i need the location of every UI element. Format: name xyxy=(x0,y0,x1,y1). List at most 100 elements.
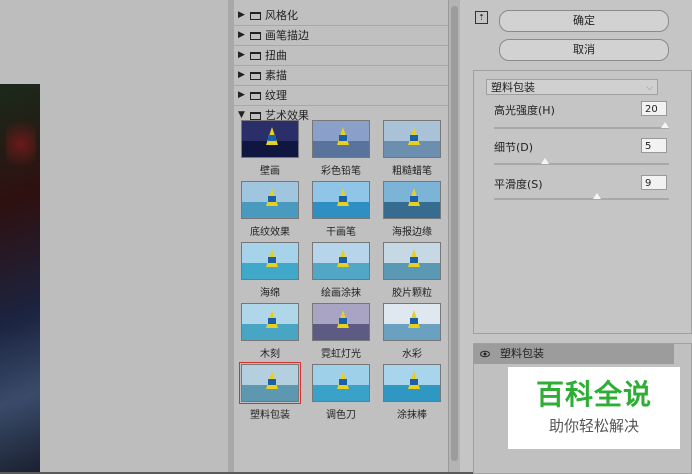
filter-label: 彩色铅笔 xyxy=(321,166,361,177)
watermark-title: 百科全说 xyxy=(535,378,652,411)
param-label: 高光强度(H) xyxy=(494,104,555,117)
sail-stripe xyxy=(339,135,347,141)
sail-stripe xyxy=(339,379,347,385)
collapse-gallery-icon[interactable]: ⇡ xyxy=(475,11,488,24)
sail-stripe xyxy=(410,379,418,385)
sail-stripe xyxy=(268,379,276,385)
filter-preview-image[interactable] xyxy=(312,364,370,402)
chevron-down-icon: ⌵ xyxy=(646,83,653,93)
filter-thumbnail[interactable]: 塑料包装 xyxy=(239,362,301,422)
watermark-logo: 百科全说 助你轻松解决 xyxy=(508,367,680,449)
filter-preview-image[interactable] xyxy=(312,181,370,219)
ok-button[interactable]: 确定 xyxy=(499,10,669,32)
filter-thumbnail[interactable]: 彩色铅笔 xyxy=(311,118,371,178)
filter-label: 胶片颗粒 xyxy=(392,288,432,299)
filter-label: 绘画涂抹 xyxy=(321,288,361,299)
expand-triangle-icon[interactable]: ▶ xyxy=(238,86,250,105)
filter-gallery: ▶ 风格化 ▶ 画笔描边 ▶ 扭曲 ▶ 素描 ▶ 纹理 ▼ 艺术效果 壁画 彩色铅笔 粗糙蜡笔底… xyxy=(234,0,449,472)
filter-preview-image[interactable] xyxy=(383,120,441,158)
sail-stripe xyxy=(410,196,418,202)
smoothness-input[interactable]: 9 xyxy=(641,175,667,190)
detail-slider[interactable] xyxy=(494,158,669,165)
filter-thumbnail[interactable]: 粗糙蜡笔 xyxy=(382,118,442,178)
eye-icon[interactable] xyxy=(480,349,490,359)
folder-icon xyxy=(250,91,261,100)
expand-triangle-icon[interactable]: ▶ xyxy=(238,46,250,65)
filter-thumbnail[interactable]: 海绵 xyxy=(240,240,300,300)
category-sketch[interactable]: ▶ 素描 xyxy=(234,66,448,86)
filter-thumbnail[interactable]: 涂抹棒 xyxy=(382,362,442,422)
filter-preview-image[interactable] xyxy=(383,364,441,402)
filter-preview-image[interactable] xyxy=(312,303,370,341)
filter-preview-image[interactable] xyxy=(241,120,299,158)
filter-preview-image[interactable] xyxy=(383,181,441,219)
watermark-subtitle: 助你轻松解决 xyxy=(548,417,639,435)
filter-preview-image[interactable] xyxy=(312,242,370,280)
filter-thumbnail[interactable]: 调色刀 xyxy=(311,362,371,422)
filter-preview-image[interactable] xyxy=(312,120,370,158)
category-stylize[interactable]: ▶ 风格化 xyxy=(234,6,448,26)
filter-label: 水彩 xyxy=(402,349,422,360)
filter-label: 海报边缘 xyxy=(392,227,432,238)
sail-stripe xyxy=(339,196,347,202)
folder-icon xyxy=(250,11,261,20)
sail-stripe xyxy=(268,318,276,324)
filter-thumbnail[interactable]: 霓虹灯光 xyxy=(311,301,371,361)
folder-icon xyxy=(250,71,261,80)
filter-thumbnail[interactable]: 底纹效果 xyxy=(240,179,300,239)
category-distort[interactable]: ▶ 扭曲 xyxy=(234,46,448,66)
filter-thumbnail[interactable]: 胶片颗粒 xyxy=(382,240,442,300)
slider-knob[interactable] xyxy=(592,193,601,199)
expand-triangle-icon[interactable]: ▶ xyxy=(238,66,250,85)
detail-input[interactable]: 5 xyxy=(641,138,667,153)
filter-label: 涂抹棒 xyxy=(397,410,427,421)
filter-label: 霓虹灯光 xyxy=(321,349,361,360)
expand-triangle-icon[interactable]: ▶ xyxy=(238,26,250,45)
effect-layer[interactable]: 塑料包装 xyxy=(474,344,674,364)
filter-preview-image[interactable] xyxy=(241,303,299,341)
sail-stripe xyxy=(339,318,347,324)
sail-stripe xyxy=(268,257,276,263)
filter-thumbnail[interactable]: 木刻 xyxy=(240,301,300,361)
filter-thumbnail[interactable]: 海报边缘 xyxy=(382,179,442,239)
category-label: 画笔描边 xyxy=(265,29,309,42)
filter-thumbnail[interactable]: 壁画 xyxy=(240,118,300,178)
param-label: 平滑度(S) xyxy=(494,178,543,191)
preview-image[interactable] xyxy=(0,84,40,472)
filter-preview-image[interactable] xyxy=(241,242,299,280)
category-texture[interactable]: ▶ 纹理 xyxy=(234,86,448,106)
filter-thumbnail[interactable]: 绘画涂抹 xyxy=(311,240,371,300)
folder-icon xyxy=(250,31,261,40)
filter-label: 干画笔 xyxy=(326,227,356,238)
category-brush-strokes[interactable]: ▶ 画笔描边 xyxy=(234,26,448,46)
sail-stripe xyxy=(339,257,347,263)
highlight-strength-slider[interactable] xyxy=(494,122,669,129)
filter-preview-image[interactable] xyxy=(383,242,441,280)
param-label: 细节(D) xyxy=(494,141,534,154)
filter-preview-image[interactable] xyxy=(241,181,299,219)
filter-preview-image[interactable] xyxy=(383,303,441,341)
filter-select-value: 塑料包装 xyxy=(491,81,535,94)
highlight-strength-input[interactable]: 20 xyxy=(641,101,667,116)
smoothness-slider[interactable] xyxy=(494,193,669,200)
preview-panel[interactable] xyxy=(0,0,229,472)
sail-stripe xyxy=(410,135,418,141)
filter-thumbnail[interactable]: 干画笔 xyxy=(311,179,371,239)
cancel-button[interactable]: 取消 xyxy=(499,39,669,61)
filter-label: 壁画 xyxy=(260,166,280,177)
slider-knob[interactable] xyxy=(541,158,550,164)
filter-label: 底纹效果 xyxy=(250,227,290,238)
folder-icon xyxy=(250,51,261,60)
filter-label: 调色刀 xyxy=(326,410,356,421)
settings-panel: ⇡ 确定 取消 塑料包装 ⌵ 高光强度(H) 20 细节(D) 5 平滑度(S)… xyxy=(460,0,692,474)
slider-knob[interactable] xyxy=(661,122,669,128)
scrollbar-thumb[interactable] xyxy=(451,6,458,461)
sail-stripe xyxy=(268,135,276,141)
sail-stripe xyxy=(410,257,418,263)
filter-preview-image[interactable] xyxy=(239,362,301,404)
expand-triangle-icon[interactable]: ▶ xyxy=(238,6,250,25)
effect-layer-label: 塑料包装 xyxy=(500,347,544,360)
filter-select[interactable]: 塑料包装 ⌵ xyxy=(486,79,658,95)
category-label: 素描 xyxy=(265,69,287,82)
filter-thumbnail[interactable]: 水彩 xyxy=(382,301,442,361)
